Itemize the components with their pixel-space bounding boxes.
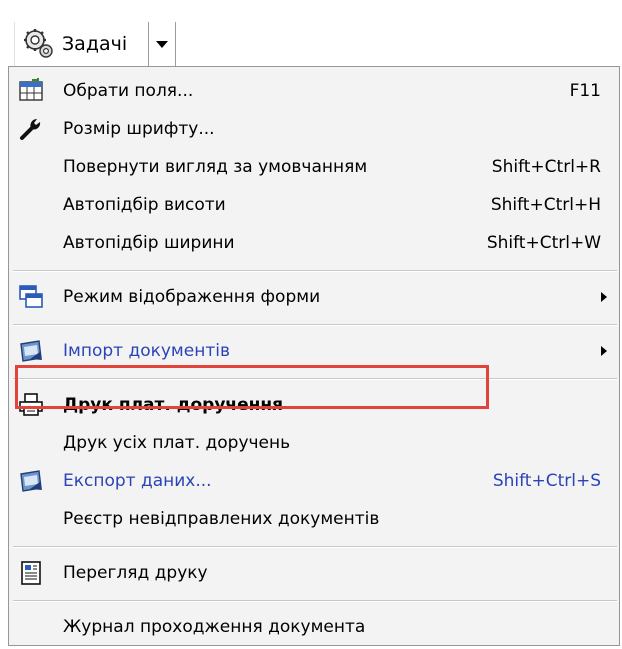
menu-item-document-log[interactable]: Журнал проходження документа [9, 605, 619, 649]
menu-item-shortcut: Shift+Ctrl+R [491, 157, 601, 177]
table-columns-icon [17, 77, 45, 105]
menu-separator [13, 600, 617, 602]
wrench-icon [17, 115, 45, 143]
dropdown-arrow-icon [156, 40, 168, 48]
tasks-button-label: Задачі [62, 33, 128, 55]
menu-separator [13, 546, 617, 548]
menu-item-autofit-width[interactable]: Автопідбір ширини Shift+Ctrl+W [9, 221, 619, 265]
tasks-button[interactable]: Задачі [14, 22, 148, 66]
menu-item-shortcut: F11 [569, 81, 601, 101]
menu-separator [13, 324, 617, 326]
menu-item-label: Розмір шрифту... [63, 119, 215, 139]
menu-item-unsent-documents-register[interactable]: Реєстр невідправлених документів [9, 497, 619, 541]
menu-item-label: Експорт даних... [63, 471, 212, 491]
gears-icon [21, 26, 57, 62]
menu-item-label: Режим відображення форми [63, 287, 321, 307]
menu-item-import-documents[interactable]: Імпорт документів [9, 329, 619, 373]
menu-item-label: Повернути вигляд за умовчанням [63, 157, 368, 177]
print-preview-icon [17, 559, 45, 587]
menu-item-shortcut: Shift+Ctrl+S [492, 471, 601, 491]
import-icon [17, 337, 45, 365]
menu-item-label: Реєстр невідправлених документів [63, 509, 380, 529]
menu-item-label: Перегляд друку [63, 563, 208, 583]
menu-item-label: Обрати поля... [63, 81, 194, 101]
windows-icon [17, 283, 45, 311]
toolbar: Задачі [0, 22, 622, 68]
menu-separator [13, 378, 617, 380]
printer-icon [17, 391, 45, 419]
menu-item-label: Друк плат. доручення [63, 395, 284, 415]
menu-item-label: Журнал проходження документа [63, 617, 366, 637]
menu-item-shortcut: Shift+Ctrl+W [486, 233, 601, 253]
menu-item-label: Автопідбір ширини [63, 233, 235, 253]
menu-item-print-preview[interactable]: Перегляд друку [9, 551, 619, 595]
export-icon [17, 467, 45, 495]
menu-item-label: Друк усіх плат. доручень [63, 433, 291, 453]
menu-item-shortcut: Shift+Ctrl+H [490, 195, 601, 215]
submenu-arrow-icon [601, 292, 607, 302]
tasks-dropdown-button[interactable] [148, 22, 176, 66]
menu-separator [13, 270, 617, 272]
menu-item-label: Імпорт документів [63, 341, 230, 361]
submenu-arrow-icon [601, 346, 607, 356]
menu-item-form-display-mode[interactable]: Режим відображення форми [9, 275, 619, 319]
tasks-menu: Обрати поля... F11 Розмір шрифту... Пове… [8, 66, 620, 646]
menu-item-label: Автопідбір висоти [63, 195, 226, 215]
